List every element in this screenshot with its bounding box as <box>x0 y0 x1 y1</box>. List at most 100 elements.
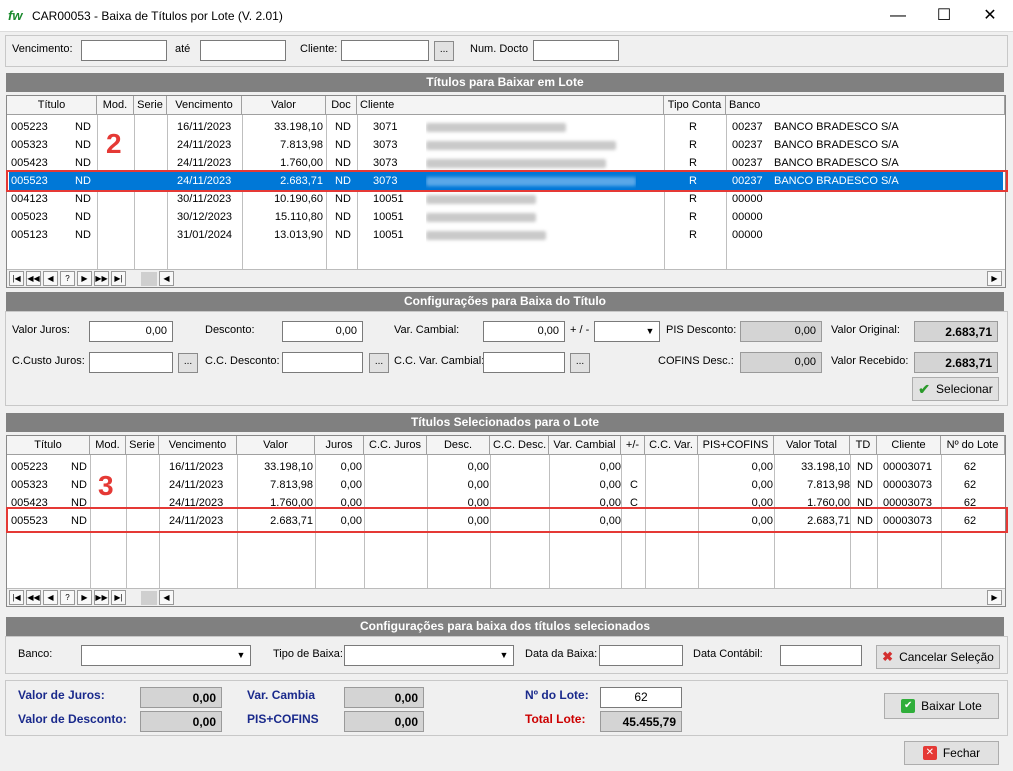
column-header[interactable]: Vencimento <box>159 436 237 455</box>
nav-button[interactable]: |◀ <box>9 271 24 286</box>
pis-cofins-cell: 0,00 <box>751 479 773 491</box>
nav-button[interactable]: ▶| <box>111 271 126 286</box>
td-cell: ND <box>857 479 873 491</box>
scroll-thumb[interactable] <box>141 591 157 605</box>
column-header[interactable]: Tipo Conta <box>664 96 726 115</box>
nav-button[interactable]: ◀ <box>43 271 58 286</box>
fechar-button[interactable]: ✕ Fechar <box>904 741 999 765</box>
cliente-browse-button[interactable]: ... <box>434 41 454 61</box>
valor-juros-input[interactable]: 0,00 <box>89 321 173 342</box>
table-row[interactable]: 005023 ND 30/12/2023 15.110,80 ND 10051 R 00000 <box>9 208 1003 226</box>
nav-button[interactable]: ◀◀ <box>26 590 41 605</box>
nav-button[interactable]: ▶▶ <box>94 590 109 605</box>
column-header[interactable]: Nº do Lote <box>941 436 1005 455</box>
column-header[interactable]: Valor <box>237 436 315 455</box>
nav-button[interactable]: ? <box>60 271 75 286</box>
table-row[interactable]: 005223 ND 16/11/2023 33.198,10 ND 3071 R 00237 B… <box>9 118 1003 136</box>
redacted-text <box>426 158 606 168</box>
nav-button[interactable]: ▶ <box>77 590 92 605</box>
nav-button[interactable]: ? <box>60 590 75 605</box>
close-button[interactable]: ✕ <box>967 0 1013 32</box>
vencimento-start-input[interactable] <box>81 40 167 61</box>
scroll-right-button[interactable]: ▶ <box>987 590 1002 605</box>
vencimento-end-input[interactable] <box>200 40 286 61</box>
vencimento-cell: 16/11/2023 <box>177 121 232 133</box>
column-header[interactable]: Cliente <box>877 436 941 455</box>
vencimento-cell: 24/11/2023 <box>169 479 224 491</box>
cc-desconto-input[interactable] <box>282 352 363 373</box>
maximize-button[interactable]: ☐ <box>921 0 967 32</box>
num-lote-input[interactable]: 62 <box>600 687 682 708</box>
scroll-left-button[interactable]: ◀ <box>159 271 174 286</box>
num-docto-input[interactable] <box>533 40 619 61</box>
cc-juros-input[interactable] <box>89 352 173 373</box>
column-header[interactable]: C.C. Var. <box>645 436 698 455</box>
cc-desconto-browse-button[interactable]: ... <box>369 353 389 373</box>
nav-button[interactable]: ▶| <box>111 590 126 605</box>
baixar-lote-button[interactable]: ✔ Baixar Lote <box>884 693 999 719</box>
column-header[interactable]: Mod. <box>90 436 126 455</box>
table-row[interactable]: 004123 ND 30/11/2023 10.190,60 ND 10051 R 00000 <box>9 190 1003 208</box>
column-header[interactable]: Var. Cambial <box>549 436 621 455</box>
desconto-input[interactable]: 0,00 <box>282 321 363 342</box>
td-cell: ND <box>857 461 873 473</box>
valor-total-cell: 7.813,98 <box>807 479 850 491</box>
cc-juros-browse-button[interactable]: ... <box>178 353 198 373</box>
column-header[interactable]: Cliente <box>357 96 664 115</box>
added-row-highlight <box>6 507 1008 533</box>
table-row[interactable]: 005123 ND 31/01/2024 13.013,90 ND 10051 R 00000 <box>9 226 1003 244</box>
nav-button[interactable]: ▶▶ <box>94 271 109 286</box>
column-header[interactable]: Desc. <box>427 436 490 455</box>
var-cambial-input[interactable]: 0,00 <box>483 321 565 342</box>
cc-var-cambial-input[interactable] <box>483 352 565 373</box>
column-header[interactable]: +/- <box>621 436 645 455</box>
column-header[interactable]: PIS+COFINS <box>698 436 774 455</box>
table-row[interactable]: 005323 ND 24/11/2023 7.813,98 0,00 0,00 0,00 C 0… <box>9 476 1003 494</box>
sinal-label: + / - <box>570 324 590 336</box>
table-row[interactable]: 005323 ND 24/11/2023 7.813,98 ND 3073 R 00237 BA… <box>9 136 1003 154</box>
selecionar-button[interactable]: ✔ Selecionar <box>912 377 999 401</box>
data-contabil-input[interactable] <box>780 645 862 666</box>
data-baixa-label: Data da Baixa: <box>525 648 598 660</box>
column-header[interactable]: Doc <box>326 96 357 115</box>
column-header[interactable]: Juros <box>315 436 364 455</box>
column-header[interactable]: C.C. Juros <box>364 436 427 455</box>
column-header[interactable]: C.C. Desc. <box>490 436 549 455</box>
chevron-down-icon: ▼ <box>236 650 246 660</box>
table-row[interactable]: 005223 ND 16/11/2023 33.198,10 0,00 0,00 0,00 0… <box>9 458 1003 476</box>
doc-cell: ND <box>335 211 351 223</box>
column-header[interactable]: Serie <box>134 96 167 115</box>
column-header[interactable]: Valor Total <box>774 436 850 455</box>
column-header[interactable]: Serie <box>126 436 159 455</box>
grid-navigator: |◀ ◀◀ ◀? ▶ ▶▶ ▶| ◀ ▶ <box>7 269 1005 287</box>
column-header[interactable]: Mod. <box>97 96 134 115</box>
tipo-conta-cell: R <box>689 211 697 223</box>
cancelar-selecao-button[interactable]: ✖ Cancelar Seleção <box>876 645 1000 669</box>
scroll-thumb[interactable] <box>141 272 157 286</box>
scroll-right-button[interactable]: ▶ <box>987 271 1002 286</box>
tipo-baixa-select[interactable]: ▼ <box>344 645 514 666</box>
cofins-desc-label: COFINS Desc.: <box>658 355 734 367</box>
vencimento-cell: 16/11/2023 <box>169 461 224 473</box>
column-header[interactable]: Vencimento <box>167 96 242 115</box>
nav-button[interactable]: ▶ <box>77 271 92 286</box>
sinal-select[interactable]: ▼ <box>594 321 660 342</box>
scroll-left-button[interactable]: ◀ <box>159 590 174 605</box>
var-cambial-cell: 0,00 <box>599 479 621 491</box>
banco-select[interactable]: ▼ <box>81 645 251 666</box>
column-header[interactable]: Banco <box>726 96 1005 115</box>
tipo-conta-cell: R <box>689 229 697 241</box>
cc-var-cambial-browse-button[interactable]: ... <box>570 353 590 373</box>
valor-cell: 7.813,98 <box>280 139 323 151</box>
nav-button[interactable]: ◀◀ <box>26 271 41 286</box>
cliente-input[interactable] <box>341 40 429 61</box>
cliente-cell: 00003073 <box>883 479 932 491</box>
column-header[interactable]: Título <box>7 436 90 455</box>
column-header[interactable]: Título <box>7 96 97 115</box>
minimize-button[interactable]: — <box>875 0 921 32</box>
nav-button[interactable]: |◀ <box>9 590 24 605</box>
column-header[interactable]: Valor <box>242 96 326 115</box>
column-header[interactable]: TD <box>850 436 877 455</box>
data-baixa-input[interactable] <box>599 645 683 666</box>
nav-button[interactable]: ◀ <box>43 590 58 605</box>
